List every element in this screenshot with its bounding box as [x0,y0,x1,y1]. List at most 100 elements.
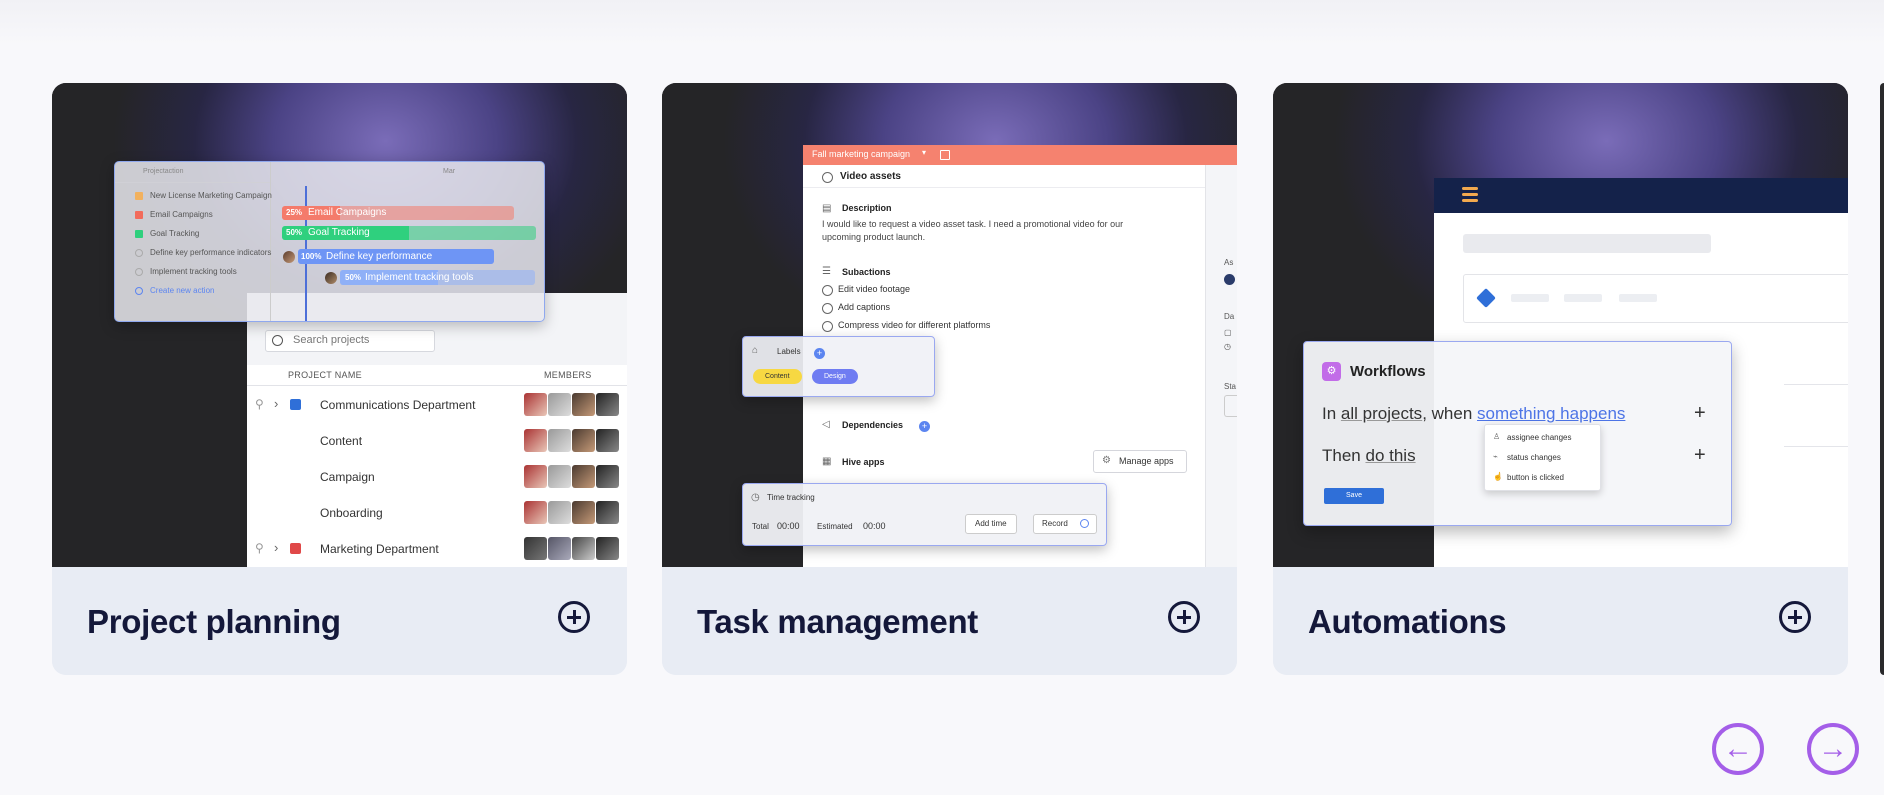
project-row[interactable]: ⚲ › Marketing Department [247,534,627,564]
col-project-name: PROJECT NAME [288,370,362,380]
add-action-icon[interactable]: + [1694,444,1706,467]
project-row[interactable]: Campaign [247,462,627,492]
gantt-bar[interactable]: 25% Email Campaigns [282,206,514,220]
arrow-right-icon: → [1818,732,1848,765]
card-title: Automations [1308,603,1507,640]
avatar [572,465,595,488]
gantt-bar[interactable]: 50% Implement tracking tools [340,270,535,285]
menu-item[interactable]: ♙ assignee changes [1485,429,1600,447]
avatar [572,393,595,416]
card-project-planning[interactable]: Search projects PROJECT NAME MEMBERS ⚲ ›… [52,83,627,675]
plus-circle-icon[interactable] [1779,601,1811,633]
check-circle-icon[interactable] [822,285,833,296]
all-projects-link[interactable]: all projects [1341,404,1422,423]
avatar [596,429,619,452]
next-arrow-button[interactable]: → [1807,723,1859,775]
workflow-trigger-line: In all projects, when something happens [1322,404,1625,424]
avatar [572,429,595,452]
gantt-bar[interactable]: 50% Goal Tracking [282,226,536,240]
add-trigger-icon[interactable]: + [1694,402,1706,425]
pin-icon[interactable]: ⚲ [255,541,264,555]
project-name: Marketing Department [320,542,439,556]
logo-icon [1462,187,1478,190]
total-value: 00:00 [777,521,800,531]
gantt-row[interactable]: New License Marketing Campaign [115,188,272,205]
project-row[interactable]: Onboarding [247,498,627,528]
description-icon: ▤ [822,203,832,214]
subaction-item[interactable]: Compress video for different platforms [838,320,990,330]
label-chip-content[interactable]: Content [753,369,802,384]
projects-panel: Search projects PROJECT NAME MEMBERS ⚲ ›… [247,293,627,567]
gantt-row[interactable]: Email Campaigns [115,207,270,224]
gantt-row-label: Define key performance indicators [150,248,272,257]
chevron-right-icon[interactable]: › [274,396,278,411]
card-caption[interactable]: Automations [1273,567,1848,675]
search-icon [272,335,283,346]
gantt-row[interactable]: Goal Tracking [115,226,270,243]
gear-icon: ⚙ [1102,455,1111,466]
total-label: Total [752,522,769,531]
avatar [572,501,595,524]
estimated-label: Estimated [817,522,853,531]
card-caption[interactable]: Task management [662,567,1237,675]
subaction-item[interactable]: Edit video footage [838,284,910,294]
menu-item[interactable]: ⌁ status changes [1485,449,1600,467]
line1-prefix: In [1322,404,1337,423]
labels-popup: ⌂ Labels + Content Design [742,336,935,397]
save-button[interactable]: Save [1324,488,1384,504]
card-media: ⚙ Workflows In all projects, when someth… [1273,83,1848,567]
description-text[interactable]: I would like to request a video asset ta… [822,218,1142,244]
dependencies-label: Dependencies [842,420,904,430]
gantt-row-label: Email Campaigns [150,210,213,219]
card-task-management[interactable]: Fall marketing campaign ▾ As Da ▢ ◷ Sta … [662,83,1237,675]
add-label-icon[interactable]: + [814,348,825,359]
project-row[interactable]: Content [247,426,627,456]
chevron-down-icon[interactable]: ▾ [922,148,926,157]
record-button[interactable]: Record [1033,514,1097,534]
gantt-bar-pct: 100% [301,252,322,261]
card-automations[interactable]: ⚙ Workflows In all projects, when someth… [1273,83,1848,675]
add-dependency-icon[interactable]: + [919,421,930,432]
record-label: Record [1042,519,1068,528]
gantt-bar-pct: 50% [345,273,362,282]
top-band [0,0,1884,45]
do-this-link[interactable]: do this [1365,446,1415,465]
check-circle-icon[interactable] [822,172,833,183]
check-circle-icon[interactable] [822,321,833,332]
avatar [524,393,547,416]
gantt-row[interactable]: Implement tracking tools [115,264,270,281]
plus-circle-icon[interactable] [558,601,590,633]
subactions-icon: ☰ [822,266,831,277]
avatar [548,429,571,452]
plus-circle-icon[interactable] [1168,601,1200,633]
add-time-button[interactable]: Add time [965,514,1017,534]
something-happens-link[interactable]: something happens [1477,404,1625,423]
create-action-link[interactable]: Create new action [115,283,270,300]
external-link-icon[interactable] [940,150,950,160]
chevron-right-icon[interactable]: › [274,540,278,555]
play-circle-icon [1080,519,1089,528]
line1-mid: , when [1422,404,1473,423]
prev-arrow-button[interactable]: ← [1712,723,1764,775]
estimated-value: 00:00 [863,521,886,531]
avatar [524,465,547,488]
gantt-panel: Projectaction Mar New License Marketing … [114,161,545,322]
menu-item-label: button is clicked [1507,473,1564,482]
check-circle-icon[interactable] [822,303,833,314]
task-header-bar: Fall marketing campaign ▾ [803,145,1237,165]
avatar [325,272,337,284]
search-input[interactable]: Search projects [265,330,435,352]
subaction-item[interactable]: Add captions [838,302,890,312]
calendar-icon: ▢ [1224,328,1232,337]
label-chip-design[interactable]: Design [812,369,858,384]
gantt-row[interactable]: Define key performance indicators [115,245,272,262]
avatar [596,501,619,524]
project-row[interactable]: ⚲ › Communications Department [247,390,627,420]
gantt-bar[interactable]: 100% Define key performance [298,249,494,264]
avatar [524,429,547,452]
clock-icon: ◷ [1224,342,1231,351]
menu-item[interactable]: ☝ button is clicked [1485,469,1600,487]
card-caption[interactable]: Project planning [52,567,627,675]
pin-icon[interactable]: ⚲ [255,397,264,411]
manage-apps-button[interactable]: ⚙ Manage apps [1093,450,1187,473]
